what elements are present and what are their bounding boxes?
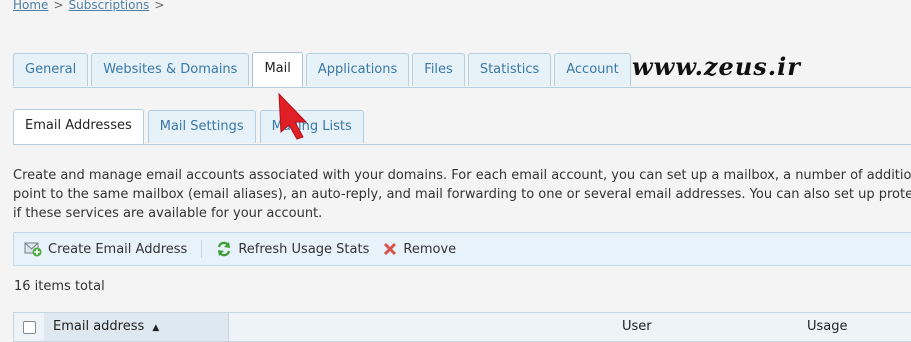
subtab-divider <box>13 144 911 145</box>
refresh-usage-stats-button[interactable]: Refresh Usage Stats <box>216 241 369 257</box>
select-all-cell <box>14 313 45 341</box>
tab-applications[interactable]: Applications <box>305 53 410 86</box>
column-header-user[interactable]: User <box>622 313 652 341</box>
breadcrumb-separator: > <box>154 0 165 12</box>
watermark: www.zeus.ir <box>632 52 801 81</box>
create-email-address-button[interactable]: Create Email Address <box>24 241 187 257</box>
tab-statistics[interactable]: Statistics <box>467 53 552 86</box>
breadcrumb-subscriptions-link[interactable]: Subscriptions <box>69 0 150 12</box>
toolbar: Create Email Address Refresh Usage Stats… <box>13 232 911 266</box>
toolbar-separator <box>201 240 203 258</box>
refresh-icon <box>218 241 231 257</box>
column-header-usage[interactable]: Usage <box>807 313 848 341</box>
remove-x-icon <box>384 242 397 256</box>
description-line: Create and manage email accounts associa… <box>13 168 911 183</box>
tab-mail-settings[interactable]: Mail Settings <box>147 110 256 143</box>
tab-account[interactable]: Account <box>554 53 631 86</box>
breadcrumb: Home > Subscriptions > <box>13 0 169 12</box>
breadcrumb-home-link[interactable]: Home <box>13 0 48 12</box>
items-total-count: 16 items total <box>14 279 105 294</box>
tab-general[interactable]: General <box>13 53 89 86</box>
mail-subtabs: Email Addresses Mail Settings Mailing Li… <box>13 109 368 144</box>
remove-label: Remove <box>403 241 457 257</box>
create-email-address-label: Create Email Address <box>48 241 188 257</box>
description-line: if these services are available for your… <box>13 206 323 221</box>
sort-ascending-icon: ▲ <box>152 323 160 333</box>
page-description: Create and manage email accounts associa… <box>13 166 911 223</box>
breadcrumb-separator: > <box>53 0 64 12</box>
column-header-email-label: Email address <box>53 319 145 334</box>
description-line: point to the same mailbox (email aliases… <box>13 187 911 202</box>
tab-websites-domains[interactable]: Websites & Domains <box>91 53 250 86</box>
select-all-checkbox[interactable] <box>22 320 36 334</box>
create-email-icon <box>24 242 42 257</box>
tab-mail[interactable]: Mail <box>252 52 303 87</box>
main-tabs: General Websites & Domains Mail Applicat… <box>13 52 634 87</box>
tab-files[interactable]: Files <box>412 53 465 86</box>
refresh-usage-stats-label: Refresh Usage Stats <box>238 241 370 257</box>
tab-email-addresses[interactable]: Email Addresses <box>13 109 144 144</box>
tab-divider <box>13 87 911 88</box>
red-arrow-cursor-icon <box>278 92 308 140</box>
column-header-email-address[interactable]: Email address ▲ <box>44 313 229 341</box>
remove-button[interactable]: Remove <box>383 242 456 257</box>
